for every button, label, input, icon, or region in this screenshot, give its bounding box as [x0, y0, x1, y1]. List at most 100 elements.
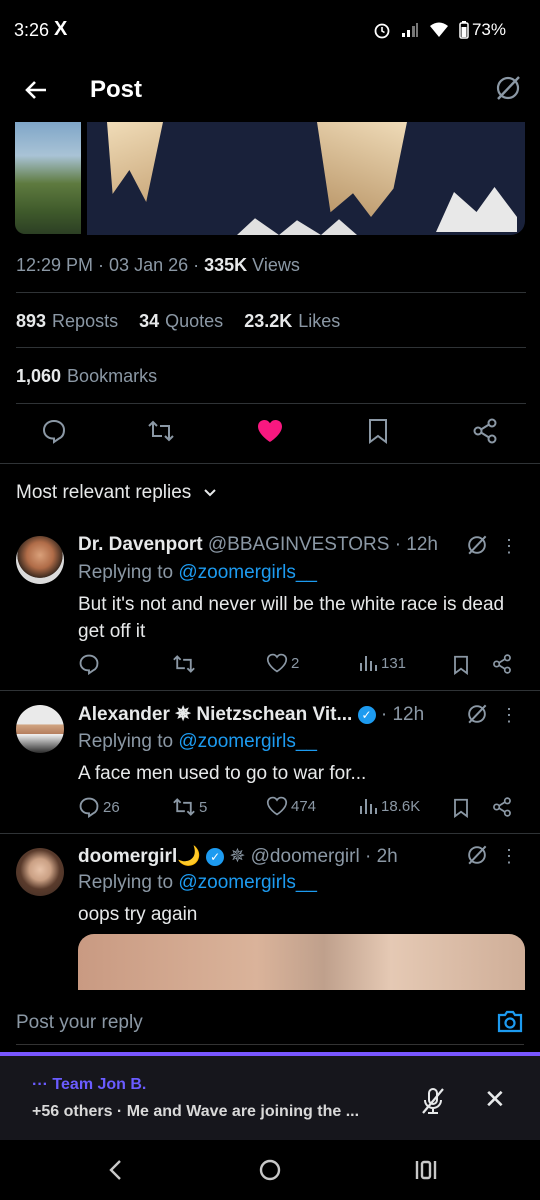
reply-item[interactable]: Dr. Davenport @BBAGINVESTORS · 12h ⋮ Rep…	[0, 520, 540, 690]
share-icon[interactable]	[492, 654, 512, 674]
replying-to: Replying to @zoomergirls__	[78, 731, 317, 753]
reposts-label: Reposts	[52, 311, 119, 331]
reply-actions: 2 131	[78, 653, 518, 681]
views-button[interactable]: 18.6K	[358, 796, 420, 816]
divider	[16, 347, 526, 348]
more-options-icon[interactable]: ⋮	[500, 536, 518, 557]
reply-media-image[interactable]	[78, 934, 525, 994]
author-name: doomergirl🌙	[78, 846, 201, 867]
space-banner[interactable]: ··· Team Jon B. +56 others · Me and Wave…	[0, 1052, 540, 1140]
nav-recents-icon[interactable]	[414, 1158, 438, 1182]
status-time: 3:26	[14, 20, 50, 40]
divider	[0, 463, 540, 464]
grok-icon[interactable]	[494, 74, 522, 102]
reply-icon[interactable]	[41, 418, 67, 444]
grok-icon[interactable]	[466, 703, 488, 725]
sort-label: Most relevant replies	[16, 482, 192, 503]
top-app-bar: Post	[0, 60, 540, 122]
more-options-icon[interactable]: ⋮	[500, 705, 518, 726]
reply-icon	[79, 654, 99, 675]
image-detail	[436, 187, 517, 232]
space-subtitle: +56 others · Me and Wave are joining the…	[32, 1103, 360, 1120]
share-icon[interactable]	[492, 797, 512, 817]
divider	[16, 403, 526, 404]
avatar[interactable]	[16, 536, 64, 584]
reply-text: oops try again	[78, 904, 198, 925]
views-icon	[360, 656, 377, 671]
repost-button[interactable]: 5	[172, 796, 207, 818]
like-icon-filled[interactable]	[256, 418, 284, 444]
like-button[interactable]: 2	[266, 653, 299, 673]
media-image[interactable]	[87, 122, 525, 235]
replying-prefix: Replying to	[78, 562, 179, 583]
likes-stat[interactable]: 23.2K Likes	[244, 311, 340, 331]
reply-input[interactable]: Post your reply	[16, 1012, 143, 1034]
nav-back-icon[interactable]	[106, 1158, 124, 1182]
image-detail	[317, 122, 407, 217]
reply-item[interactable]: Alexander ✵ Nietzschean Vit... ✓ · 12h ⋮…	[0, 691, 540, 833]
like-button[interactable]: 474	[266, 796, 316, 816]
close-icon[interactable]: ✕	[484, 1084, 506, 1115]
alarm-icon	[374, 23, 390, 39]
post-time: 12:29 PM · 03 Jan 26 ·	[16, 255, 205, 275]
post-media[interactable]	[0, 122, 540, 237]
camera-icon[interactable]	[496, 1008, 524, 1034]
reply-author[interactable]: doomergirl🌙 ✓ ✵ @doomergirl · 2h	[78, 844, 398, 868]
repost-icon	[173, 655, 195, 673]
reply-composer[interactable]: Post your reply	[0, 990, 540, 1052]
reply-text: A face men used to go to war for...	[78, 763, 367, 784]
views-icon	[360, 799, 377, 814]
avatar[interactable]	[16, 705, 64, 753]
more-options-icon[interactable]: ⋮	[500, 846, 518, 867]
avatar[interactable]	[16, 848, 64, 896]
reply-author[interactable]: Dr. Davenport @BBAGINVESTORS · 12h	[78, 534, 438, 556]
share-icon[interactable]	[472, 418, 498, 444]
repost-icon	[173, 798, 195, 816]
engagement-stats: 893 Reposts 34 Quotes 23.2K Likes	[16, 311, 340, 332]
replying-prefix: Replying to	[78, 872, 179, 893]
reply-actions: 26 5 474 18.6K	[78, 796, 518, 824]
wifi-icon	[429, 22, 448, 37]
verified-badge-icon: ✓	[357, 705, 376, 724]
reply-button[interactable]: 26	[78, 796, 120, 818]
reply-author[interactable]: Alexander ✵ Nietzschean Vit... ✓ · 12h	[78, 703, 424, 726]
repost-count: 5	[199, 798, 208, 816]
bookmark-icon[interactable]	[452, 798, 470, 818]
replies-sort-dropdown[interactable]: Most relevant replies	[16, 482, 217, 504]
replying-prefix: Replying to	[78, 731, 179, 752]
replying-to-link[interactable]: @zoomergirls__	[178, 562, 317, 583]
status-icons: 73%	[373, 20, 506, 40]
bookmarks-stat[interactable]: 1,060 Bookmarks	[16, 366, 157, 387]
bookmark-icon[interactable]	[366, 418, 390, 444]
page-title: Post	[90, 76, 143, 103]
quotes-stat[interactable]: 34 Quotes	[139, 311, 223, 331]
reply-button[interactable]	[78, 653, 103, 675]
battery-percent: 73%	[471, 20, 506, 39]
bookmark-icon[interactable]	[452, 655, 470, 675]
replying-to-link[interactable]: @zoomergirls__	[178, 731, 317, 752]
repost-icon[interactable]	[147, 418, 175, 444]
mic-off-icon[interactable]	[420, 1086, 446, 1116]
arrow-left-icon[interactable]	[22, 76, 50, 104]
replying-to: Replying to @zoomergirls__	[78, 562, 317, 584]
verified-badge-icon: ✓	[206, 847, 225, 866]
quotes-count: 34	[139, 311, 160, 331]
likes-count: 23.2K	[244, 311, 293, 331]
composer-underline	[16, 1044, 524, 1045]
replying-to-link[interactable]: @zoomergirls__	[178, 872, 317, 893]
reposts-stat[interactable]: 893 Reposts	[16, 311, 118, 331]
repost-button[interactable]	[172, 653, 199, 675]
reply-count: 26	[103, 798, 120, 816]
grok-icon[interactable]	[466, 844, 488, 866]
reposts-count: 893	[16, 311, 47, 331]
like-count: 474	[291, 797, 317, 815]
likes-label: Likes	[298, 311, 341, 331]
like-icon	[266, 796, 288, 816]
nav-home-icon[interactable]	[258, 1158, 282, 1182]
image-detail	[107, 122, 163, 202]
like-count: 2	[291, 654, 300, 672]
media-thumbnail[interactable]	[15, 122, 81, 234]
grok-icon[interactable]	[466, 534, 488, 556]
bookmarks-count: 1,060	[16, 366, 62, 386]
views-button[interactable]: 131	[358, 653, 406, 673]
